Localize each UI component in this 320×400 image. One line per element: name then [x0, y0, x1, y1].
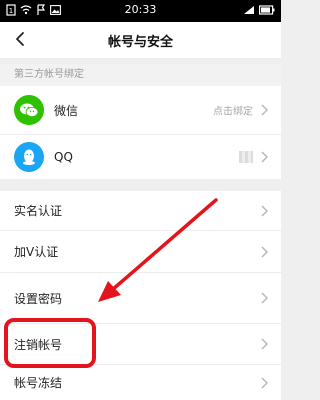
arrow-annotation — [98, 198, 218, 302]
